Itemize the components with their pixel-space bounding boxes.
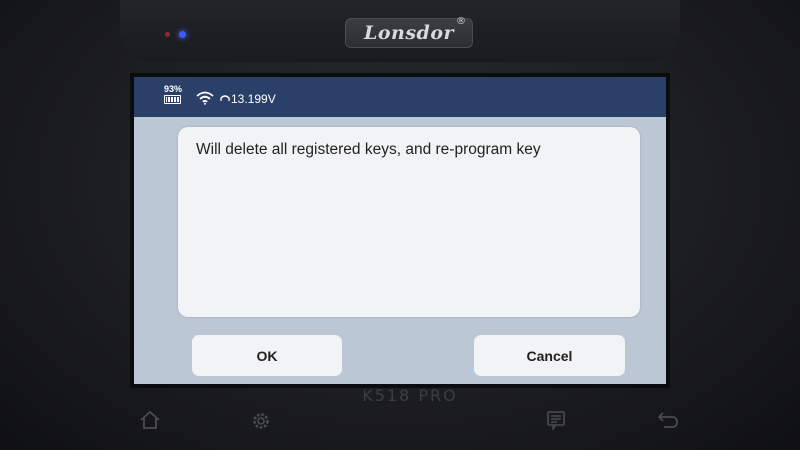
device-body: Lonsdor ® 93% 13.199V Will delete all re…: [0, 0, 800, 450]
menu-icon[interactable]: [546, 410, 566, 430]
ok-button[interactable]: OK: [192, 335, 342, 376]
registered-mark: ®: [456, 16, 466, 27]
brand-logo-text: Lonsdor: [363, 22, 454, 44]
battery-icon: [164, 95, 181, 104]
dialog-message: Will delete all registered keys, and re-…: [196, 141, 541, 158]
message-dialog: Will delete all registered keys, and re-…: [178, 127, 640, 317]
back-icon[interactable]: [656, 410, 680, 430]
status-led-blue: [179, 31, 186, 38]
cancel-button[interactable]: Cancel: [474, 335, 625, 376]
settings-icon[interactable]: [250, 410, 272, 432]
battery-percent: 93%: [164, 84, 183, 94]
wifi-icon: [196, 91, 214, 105]
voltage-readout: 13.199V: [231, 92, 276, 106]
car-battery-icon: [220, 95, 230, 101]
home-icon[interactable]: [139, 410, 161, 430]
brand-logo: Lonsdor: [345, 18, 473, 48]
status-led-red: [165, 32, 170, 37]
model-label: K518 PRO: [362, 386, 458, 405]
screen: 93% 13.199V Will delete all registered k…: [130, 73, 670, 388]
status-bar: 93% 13.199V: [134, 77, 666, 117]
